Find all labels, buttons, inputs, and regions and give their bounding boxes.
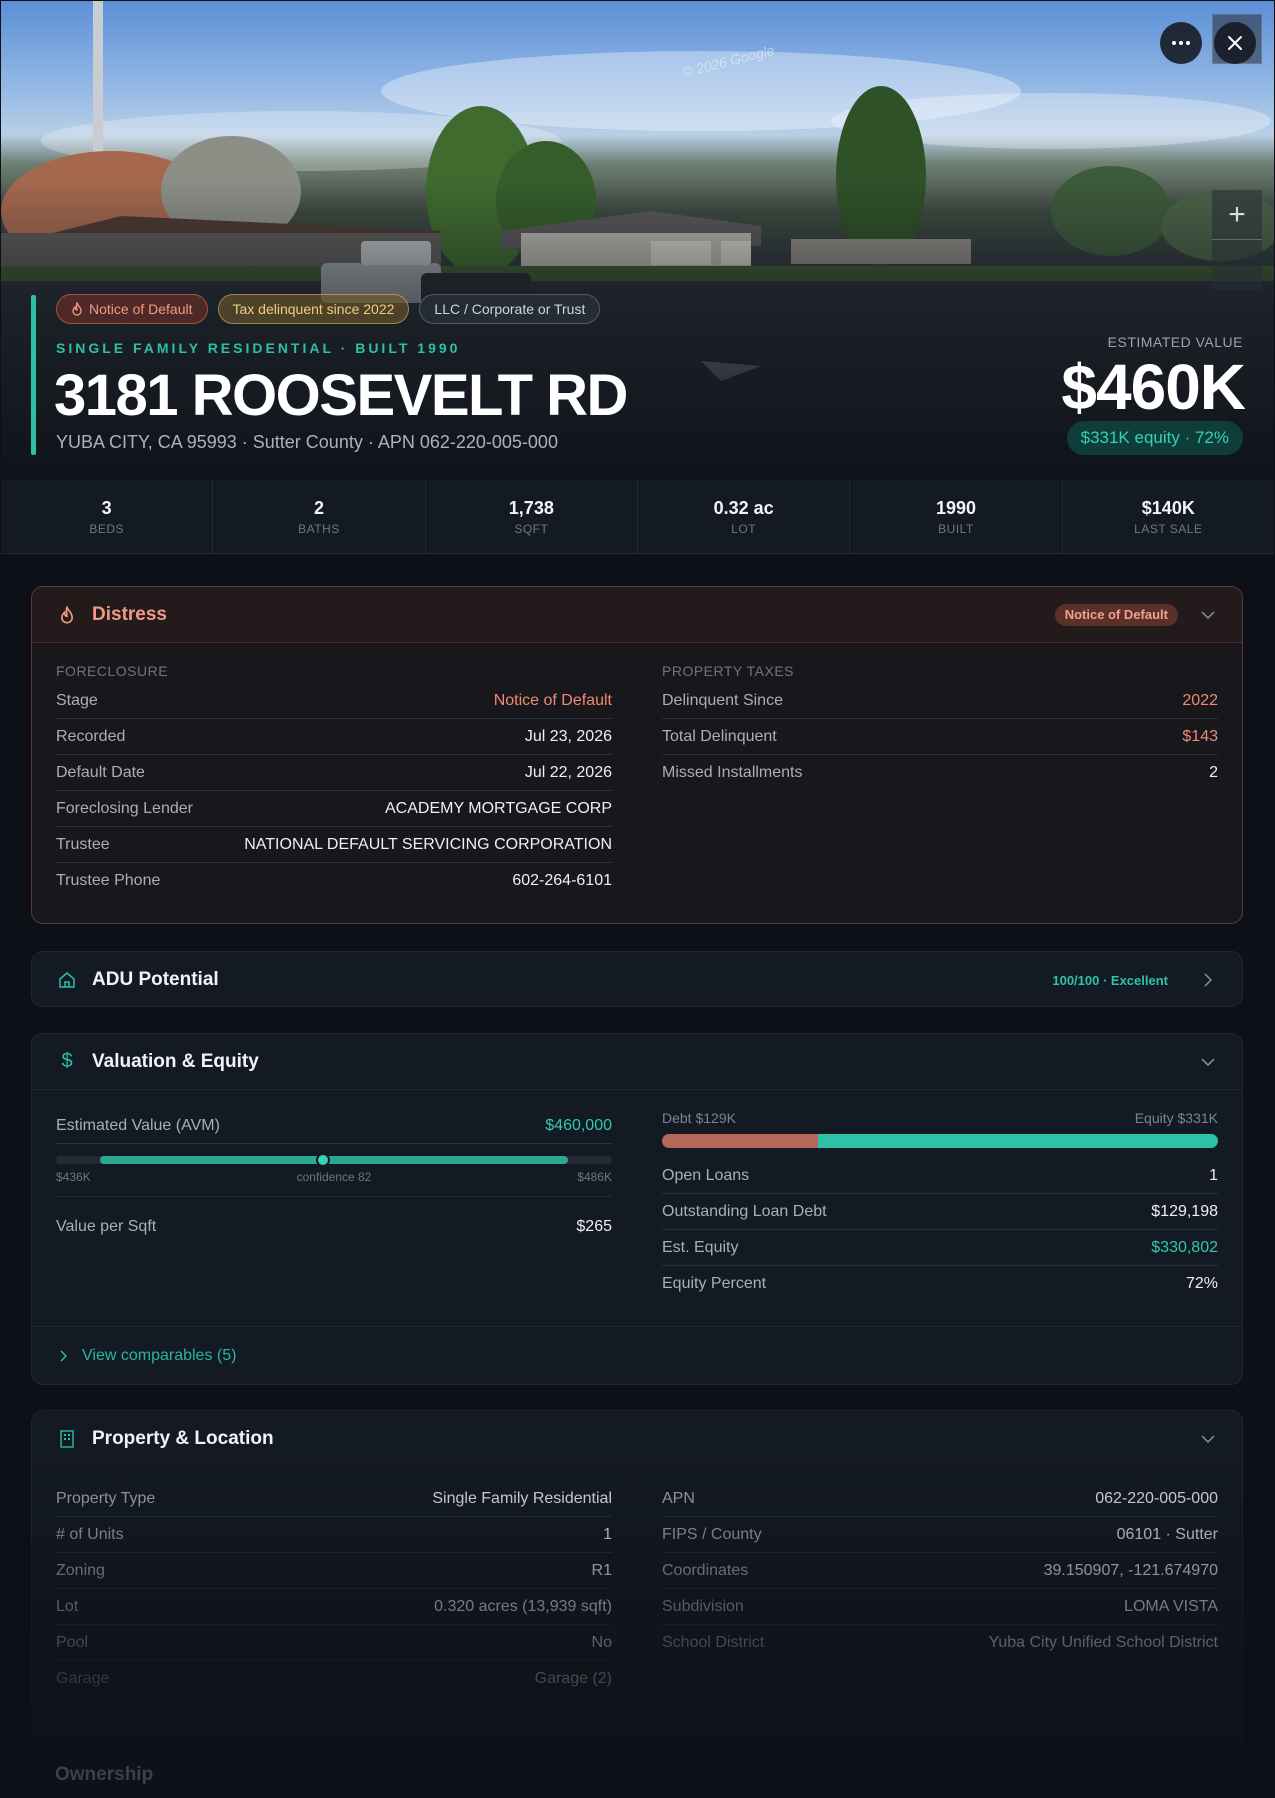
chevron-right-icon: [60, 1349, 68, 1362]
property-taxes-section: PROPERTY TAXES Delinquent Since 2022 Tota…: [662, 663, 1218, 899]
debt-label: Debt $129K: [662, 1110, 736, 1126]
table-row: Pool No: [56, 1625, 612, 1661]
table-row: Default Date Jul 22, 2026: [56, 755, 612, 791]
table-row: Lot 0.320 acres (13,939 sqft): [56, 1589, 612, 1625]
building-icon: [60, 1430, 74, 1448]
distress-status-pill: Notice of Default: [1054, 603, 1178, 626]
stat-lot: 0.32 ac LOT: [638, 480, 851, 553]
equity-badge: $331K equity · 72%: [1066, 421, 1243, 455]
stat-built: 1990 BUILT: [850, 480, 1063, 553]
chevron-down-icon[interactable]: [1198, 1435, 1218, 1443]
chevron-down-icon[interactable]: [1198, 1057, 1218, 1066]
property-taxes-label: PROPERTY TAXES: [662, 663, 795, 679]
valuation-title: Valuation & Equity: [92, 1050, 259, 1072]
table-row: Outstanding Loan Debt $129,198: [662, 1194, 1218, 1230]
avm-confidence: confidence 82: [296, 1170, 372, 1184]
chevron-down-icon[interactable]: [1198, 610, 1218, 619]
dollar-icon: $: [61, 1050, 73, 1072]
table-row: Foreclosing Lender ACADEMY MORTGAGE CORP: [56, 791, 612, 827]
property-header[interactable]: Property & Location: [32, 1411, 1242, 1467]
equity-segment: [817, 1134, 1218, 1148]
table-row: Missed Installments 2: [662, 764, 1218, 781]
valuation-header[interactable]: $ Valuation & Equity: [32, 1034, 1242, 1090]
table-row: FIPS / County 06101 · Sutter: [662, 1517, 1218, 1553]
zoom-out-button[interactable]: [1212, 240, 1262, 290]
value-per-sqft-row: Value per Sqft $265: [56, 1218, 612, 1235]
debt-segment: [662, 1134, 818, 1148]
table-row: Trustee NATIONAL DEFAULT SERVICING CORPOR…: [56, 827, 612, 863]
table-row: Subdivision LOMA VISTA: [662, 1589, 1218, 1625]
adu-score: 100/100 · Excellent: [1052, 972, 1168, 988]
zoom-control[interactable]: +: [1212, 190, 1262, 290]
avm-range-bar: [56, 1153, 612, 1167]
distress-title: Distress: [92, 603, 167, 625]
badge-owner-type: LLC / Corporate or Trust: [419, 294, 601, 324]
avm-section: Estimated Value (AVM) $460,000 $436K con…: [56, 1108, 612, 1302]
avm-range-labels: $436K confidence 82 $486K: [56, 1170, 612, 1197]
stat-beds: 3 BEDS: [1, 480, 214, 553]
table-row: Zoning R1: [56, 1553, 612, 1589]
estimated-value-label: ESTIMATED VALUE: [1107, 334, 1243, 350]
foreclosure-label: FORECLOSURE: [56, 663, 169, 679]
close-button[interactable]: [1214, 22, 1256, 64]
adu-title: ADU Potential: [92, 969, 219, 990]
view-comparables-link[interactable]: View comparables (5): [32, 1326, 1242, 1384]
table-row: # of Units 1: [56, 1517, 612, 1553]
foreclosure-section: FORECLOSURE Stage Notice of Default Recor…: [56, 663, 612, 899]
hero-badges: Notice of Default Tax delinquent since 2…: [56, 294, 601, 324]
table-row: Recorded Jul 23, 2026: [56, 719, 612, 755]
property-subline: YUBA CITY, CA 95993 · Sutter County · AP…: [56, 432, 558, 452]
ellipsis-icon: [1172, 41, 1190, 45]
badge-notice-of-default: Notice of Default: [56, 294, 208, 324]
adu-potential-card[interactable]: ADU Potential 100/100 · Excellent: [31, 951, 1243, 1007]
avm-low: $436K: [56, 1170, 91, 1184]
chevron-right-icon[interactable]: [1198, 973, 1218, 987]
table-row: Trustee Phone 602-264-6101: [56, 872, 612, 889]
stat-last-sale: $140K LAST SALE: [1134, 497, 1203, 536]
table-row: School District Yuba City Unified School …: [662, 1634, 1218, 1651]
stat-baths: 2 BATHS: [213, 480, 426, 553]
property-type-line: SINGLE FAMILY RESIDENTIAL · BUILT 1990: [56, 340, 461, 356]
stat-sqft: 1,738 SQFT: [426, 480, 638, 553]
table-row: Garage Garage (2): [56, 1670, 612, 1687]
debt-equity-bar: [662, 1134, 1218, 1148]
flame-icon: [72, 302, 82, 316]
table-row: Est. Equity $330,802: [662, 1230, 1218, 1266]
stats-strip: 3 BEDS 2 BATHS 1,738 SQFT 0.32 ac LOT 1990 BU…: [1, 480, 1274, 554]
flame-icon: [61, 605, 73, 623]
table-row: Delinquent Since 2022: [662, 683, 1218, 719]
zoom-in-button[interactable]: +: [1212, 190, 1262, 240]
valuation-equity-card: $ Valuation & Equity Estimated Value (AV…: [31, 1033, 1243, 1385]
close-icon: [1228, 36, 1242, 50]
equity-label: Equity $331K: [1134, 1110, 1218, 1126]
ownership-title[interactable]: Ownership: [55, 1764, 153, 1786]
avm-range-fill: [100, 1156, 568, 1164]
avm-high: $486K: [577, 1170, 612, 1184]
property-title: Property & Location: [92, 1428, 274, 1449]
table-row: Property Type Single Family Residential: [56, 1481, 612, 1517]
table-row: Equity Percent 72%: [662, 1275, 1218, 1292]
table-row: APN 062-220-005-000: [662, 1481, 1218, 1517]
badge-tax-delinquent: Tax delinquent since 2022: [217, 294, 410, 324]
equity-section: Debt $129K Equity $331K Open Loans 1 Outs…: [662, 1108, 1218, 1302]
property-address: 3181 ROOSEVELT RD: [54, 363, 628, 428]
estimated-value: $460K: [1061, 351, 1246, 423]
table-row: Coordinates 39.150907, -121.674970: [662, 1553, 1218, 1589]
table-row: Stage Notice of Default: [56, 683, 612, 719]
property-right-column: APN 062-220-005-000 FIPS / County 06101 · …: [662, 1481, 1218, 1697]
home-icon: [59, 972, 75, 988]
table-row: Total Delinquent $143: [662, 719, 1218, 755]
distress-header[interactable]: Distress Notice of Default: [32, 587, 1242, 643]
avm-row: Estimated Value (AVM) $460,000: [56, 1108, 612, 1144]
hero-accent-bar: [31, 295, 36, 455]
table-row: Open Loans 1: [662, 1158, 1218, 1194]
more-options-button[interactable]: [1160, 22, 1202, 64]
property-location-card: Property & Location Property Type Single …: [31, 1410, 1243, 1798]
property-left-column: Property Type Single Family Residential #…: [56, 1481, 612, 1697]
distress-card: Distress Notice of Default FORECLOSURE S…: [31, 586, 1243, 924]
avm-estimate-marker: [315, 1153, 330, 1167]
